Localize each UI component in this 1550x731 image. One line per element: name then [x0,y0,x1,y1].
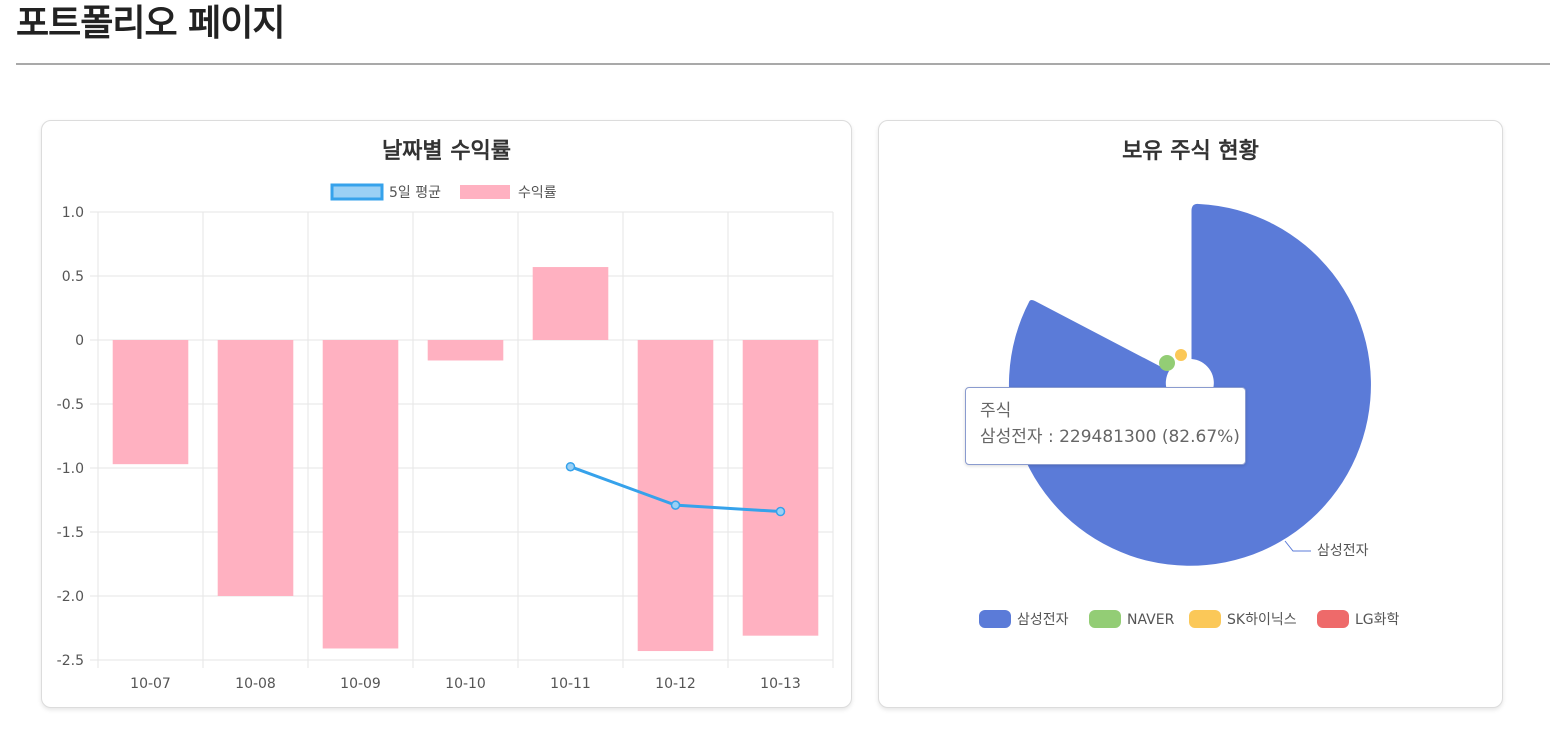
legend-label: 삼성전자 [1017,612,1069,628]
tooltip-title: 주식 [980,401,1012,421]
x-tick-label: 10-11 [550,676,591,692]
pie-slice-samsung-main[interactable] [1008,203,1371,566]
avg-point[interactable] [565,461,576,472]
legend-avg-label: 5일 평균 [389,185,441,201]
legend-swatch [1089,610,1121,628]
y-tick-label: -1.5 [57,525,84,541]
legend-item-return[interactable]: 수익률 [460,185,557,201]
pie-slice-sk-hynix[interactable] [1175,349,1187,361]
returns-grid [90,211,834,668]
returns-bars [112,267,819,652]
legend-swatch [979,610,1011,628]
legend-return-label: 수익률 [518,185,557,201]
pie-slice-naver[interactable] [1159,355,1175,371]
bar[interactable] [742,340,819,636]
holdings-legend-item[interactable]: SK하이닉스 [1189,610,1297,628]
y-tick-label: 1.0 [62,205,84,221]
bar[interactable] [427,340,504,361]
y-tick-label: -2.0 [57,589,84,605]
avg-point[interactable] [775,506,786,517]
legend-label: LG화학 [1355,612,1400,628]
legend-swatch [1317,610,1349,628]
bar[interactable] [217,340,294,596]
returns-legend: 5일 평균 수익률 [330,183,557,201]
legend-label: SK하이닉스 [1227,612,1297,628]
x-tick-label: 10-07 [130,676,171,692]
holdings-legend-item[interactable]: 삼성전자 [979,610,1069,628]
y-tick-label: 0.5 [62,269,84,285]
returns-x-ticks: 10-07 10-08 10-09 10-10 10-11 10-12 10-13 [130,676,801,692]
holdings-legend-item[interactable]: LG화학 [1317,610,1400,628]
legend-item-avg[interactable]: 5일 평균 [330,183,441,201]
holdings-legend-item[interactable]: NAVER [1089,610,1175,628]
legend-label: NAVER [1127,612,1175,628]
x-tick-label: 10-09 [340,676,381,692]
avg-point[interactable] [670,500,681,510]
legend-swatch [1189,610,1221,628]
bar[interactable] [112,340,189,465]
y-tick-label: 0 [75,333,84,349]
x-tick-label: 10-13 [760,676,801,692]
pie-tooltip: 주식 삼성전자 : 229481300 (82.67%) [965,387,1246,465]
slice-label-samsung: 삼성전자 [1317,543,1369,559]
returns-chart-card: 날짜별 수익률 5일 평균 수익률 1.0 0.5 0 -0.5 -1.0 -1.5 -2.… [41,120,852,708]
returns-y-ticks: 1.0 0.5 0 -0.5 -1.0 -1.5 -2.0 -2.5 [57,205,84,669]
returns-chart: 5일 평균 수익률 1.0 0.5 0 -0.5 -1.0 -1.5 -2.0 -2.5 10… [57,183,834,692]
x-tick-label: 10-12 [655,676,696,692]
x-tick-label: 10-08 [235,676,276,692]
tooltip-body: 삼성전자 : 229481300 (82.67%) [980,427,1240,447]
y-tick-label: -1.0 [57,461,84,477]
holdings-legend: 삼성전자 NAVER SK하이닉스 LG화학 [979,610,1400,628]
page-title: 포트폴리오 페이지 [16,3,285,44]
bar[interactable] [532,267,609,340]
y-tick-label: -0.5 [57,397,84,413]
y-tick-label: -2.5 [57,653,84,669]
slice-label-leader [1284,540,1311,552]
x-tick-label: 10-10 [445,676,486,692]
bar[interactable] [322,340,399,649]
title-divider [16,63,1550,65]
holdings-chart-card: 보유 주식 현황 삼성전자 삼성전자 NAVER SK하이닉스 LG화학 주식 삼성전… [878,120,1503,708]
